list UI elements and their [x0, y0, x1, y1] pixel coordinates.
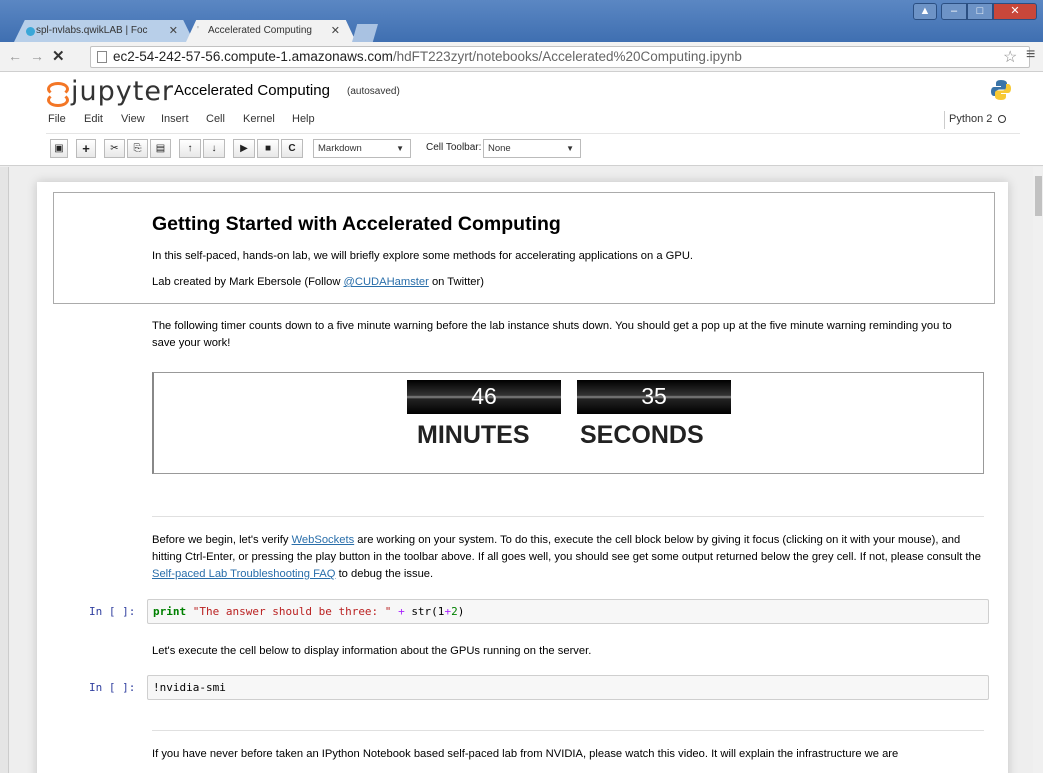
- back-arrow-icon[interactable]: ←: [8, 48, 22, 64]
- code-cell-nvidia-smi[interactable]: !nvidia-smi: [147, 675, 989, 700]
- credit-prefix: Lab created by Mark Ebersole (Follow: [152, 276, 344, 288]
- menu-help[interactable]: Help: [292, 113, 315, 125]
- code-paren: ): [457, 605, 465, 618]
- bookmark-star-icon[interactable]: ☆: [1003, 47, 1017, 67]
- restart-kernel-icon[interactable]: C: [281, 139, 303, 158]
- menu-view[interactable]: View: [121, 113, 145, 125]
- menu-kernel[interactable]: Kernel: [243, 113, 275, 125]
- jupyter-logo-icon: [47, 81, 69, 107]
- kernel-name: Python 2: [949, 113, 993, 125]
- user-icon[interactable]: ▲: [913, 3, 937, 20]
- video-text: If you have never before taken an IPytho…: [152, 748, 899, 760]
- url-path: /hdFT223zyrt/notebooks/Accelerated%20Com…: [392, 49, 742, 64]
- close-tab-icon[interactable]: ✕: [169, 20, 178, 42]
- code-cell-print[interactable]: print "The answer should be three: " + s…: [147, 599, 989, 624]
- close-tab-icon[interactable]: ✕: [331, 20, 340, 42]
- jupyter-logo-text: jupyter: [71, 76, 175, 107]
- interrupt-icon[interactable]: ■: [257, 139, 279, 158]
- intro-text: In this self-paced, hands-on lab, we wil…: [152, 250, 694, 262]
- code-number: 2: [451, 605, 458, 618]
- websockets-p3: to debug the issue.: [335, 568, 434, 580]
- credit-suffix: on Twitter): [428, 276, 484, 288]
- qwiklab-favicon-icon: [26, 27, 35, 36]
- tab-title: Accelerated Computing: [208, 25, 312, 36]
- browser-menu-icon[interactable]: ≡: [1026, 46, 1035, 64]
- seconds-label: SECONDS: [580, 421, 704, 449]
- maximize-button[interactable]: □: [967, 3, 993, 20]
- notebook-name[interactable]: Accelerated Computing: [174, 82, 330, 99]
- chevron-down-icon: ▼: [396, 144, 404, 153]
- save-status: (autosaved): [347, 86, 400, 97]
- notebook-title: Getting Started with Accelerated Computi…: [152, 213, 561, 235]
- notebook-toolbar: ▣ + ✂ ⎘ ▤ ↑ ↓ ▶ ■ C Markdown ▼ Cell Tool…: [46, 136, 1020, 162]
- stop-loading-icon[interactable]: ✕: [52, 47, 65, 65]
- menu-insert[interactable]: Insert: [161, 113, 189, 125]
- countdown-timer: 46 35 MINUTES SECONDS: [152, 372, 984, 474]
- url-host: ec2-54-242-57-56.compute-1.amazonaws.com: [113, 49, 393, 64]
- move-down-icon[interactable]: ↓: [203, 139, 225, 158]
- minutes-display: 46: [407, 380, 561, 414]
- divider: [152, 516, 984, 517]
- divider: [152, 730, 984, 731]
- menu-edit[interactable]: Edit: [84, 113, 103, 125]
- code-keyword: print: [153, 605, 187, 618]
- forward-arrow-icon[interactable]: →: [30, 48, 44, 64]
- menu-file[interactable]: File: [48, 113, 66, 125]
- save-button[interactable]: ▣: [50, 139, 68, 158]
- move-up-icon[interactable]: ↑: [179, 139, 201, 158]
- timer-description: The following timer counts down to a fiv…: [152, 320, 952, 349]
- close-window-button[interactable]: ✕: [993, 3, 1037, 20]
- address-bar[interactable]: ec2-54-242-57-56.compute-1.amazonaws.com…: [90, 46, 1030, 68]
- paste-icon[interactable]: ▤: [150, 139, 171, 158]
- cell-type-value: Markdown: [318, 143, 362, 154]
- scrollbar[interactable]: [1033, 167, 1043, 773]
- run-cell-icon[interactable]: ▶: [233, 139, 255, 158]
- browser-navbar: ← → ✕ ec2-54-242-57-56.compute-1.amazona…: [0, 42, 1043, 72]
- jupyter-logo[interactable]: jupyter: [47, 76, 174, 107]
- jupyter-header: jupyter Accelerated Computing (autosaved…: [0, 72, 1043, 166]
- tab-accelerated-computing[interactable]: ' Accelerated Computing ✕: [186, 20, 356, 42]
- scrollbar-thumb[interactable]: [1035, 176, 1042, 216]
- tab-qwiklab[interactable]: spl-nvlabs.qwikLAB | Foc ✕: [14, 20, 194, 42]
- cut-icon[interactable]: ✂: [104, 139, 125, 158]
- cell-toolbar-value: None: [488, 143, 511, 154]
- seconds-display: 35: [577, 380, 731, 414]
- menu-cell[interactable]: Cell: [206, 113, 225, 125]
- code-operator: +: [398, 605, 405, 618]
- cell-type-select[interactable]: Markdown ▼: [313, 139, 411, 158]
- cudahamster-link[interactable]: @CUDAHamster: [344, 276, 429, 288]
- menubar: File Edit View Insert Cell Kernel Help P…: [46, 108, 1020, 134]
- kernel-indicator: Python 2: [944, 111, 1007, 129]
- code-command: !nvidia-smi: [153, 681, 226, 694]
- browser-titlebar: spl-nvlabs.qwikLAB | Foc ✕ ' Accelerated…: [0, 0, 1043, 42]
- credit-text: Lab created by Mark Ebersole (Follow @CU…: [152, 274, 972, 291]
- code-call: str(1: [411, 605, 445, 618]
- copy-icon[interactable]: ⎘: [127, 139, 148, 158]
- faq-link[interactable]: Self-paced Lab Troubleshooting FAQ: [152, 568, 335, 580]
- websockets-text: Before we begin, let's verify WebSockets…: [152, 532, 982, 583]
- cell-toolbar-select[interactable]: None ▼: [483, 139, 581, 158]
- input-prompt: In [ ]:: [89, 605, 136, 618]
- loading-favicon-icon: ': [197, 25, 199, 36]
- cell-toolbar-label: Cell Toolbar:: [426, 142, 482, 153]
- python-logo-icon: [991, 80, 1011, 100]
- code-string: "The answer should be three: ": [192, 605, 392, 618]
- websockets-link[interactable]: WebSockets: [292, 534, 355, 546]
- minutes-label: MINUTES: [417, 421, 530, 449]
- insert-cell-button[interactable]: +: [76, 139, 96, 158]
- minimize-button[interactable]: –: [941, 3, 967, 20]
- websockets-p1: Before we begin, let's verify: [152, 534, 292, 546]
- left-edge: [0, 167, 9, 773]
- kernel-idle-icon: [998, 115, 1007, 124]
- notebook-area[interactable]: Getting Started with Accelerated Computi…: [0, 167, 1043, 773]
- gpu-info-text: Let's execute the cell below to display …: [152, 645, 592, 657]
- input-prompt: In [ ]:: [89, 681, 136, 694]
- tab-title: spl-nvlabs.qwikLAB | Foc: [36, 25, 148, 36]
- chevron-down-icon: ▼: [566, 144, 574, 153]
- new-tab-button[interactable]: [352, 24, 378, 42]
- page-icon: [97, 51, 107, 63]
- notebook-page: Getting Started with Accelerated Computi…: [37, 182, 1008, 773]
